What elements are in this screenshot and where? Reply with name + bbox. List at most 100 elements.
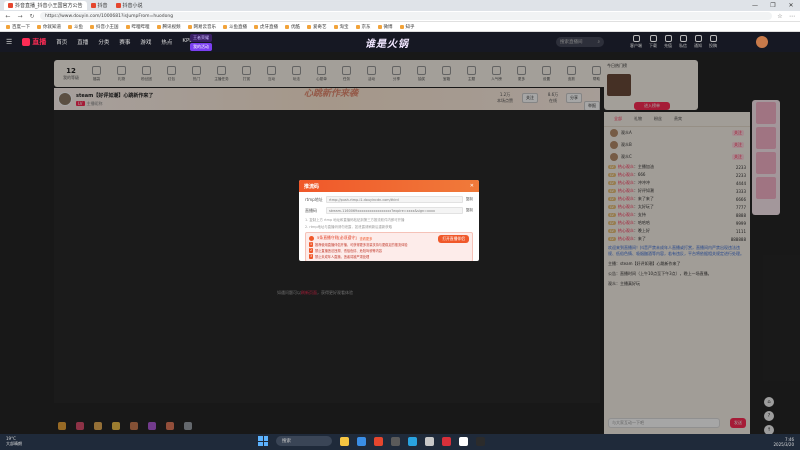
media-app-icon[interactable] — [442, 436, 451, 446]
nav-games[interactable]: 游戏 — [140, 38, 151, 46]
client-button[interactable]: 客户端 — [630, 35, 642, 49]
url-field[interactable]: https://www.douyin.com/1000681?isJumpFro… — [40, 12, 772, 20]
notification-button[interactable]: 通知 — [694, 35, 702, 49]
folder-icon — [307, 24, 311, 29]
bookmark-item[interactable]: 淘宝 — [333, 24, 349, 30]
address-bar: ← → ↻ https://www.douyin.com/1000681?isJ… — [0, 11, 800, 22]
recharge-button[interactable]: 充值 — [664, 35, 672, 49]
copy-key-button[interactable]: 复制 — [466, 208, 473, 213]
douyin-favicon-icon — [115, 3, 121, 8]
client-icon — [632, 35, 640, 42]
douyin-app-icon[interactable] — [374, 436, 383, 446]
event-banner[interactable]: 王者荣耀 我的活动 — [190, 33, 212, 51]
bookmark-item[interactable]: 百度一下 — [6, 24, 30, 30]
bookmark-item[interactable]: 虎牙直播 — [254, 24, 278, 30]
douyin-favicon-icon — [8, 3, 13, 8]
bookmark-item[interactable]: 网易云音乐 — [187, 24, 216, 30]
server-field[interactable]: rtmp://push-rtmp-l1.douyincdn.com/third — [326, 196, 463, 203]
download-button[interactable]: 下载 — [649, 35, 657, 49]
bookmark-item[interactable]: 哔哩哔哩 — [125, 24, 150, 30]
browser-tab[interactable]: 抖音小说 — [112, 1, 147, 10]
browser-tab-active[interactable]: 抖音直播_抖音小王国官方公告 — [4, 1, 87, 10]
tab-label: 抖音小说 — [122, 3, 143, 9]
search-input[interactable]: 搜索直播间 ⌕ — [556, 37, 604, 47]
reload-icon[interactable]: ↻ — [28, 13, 36, 20]
nav-events[interactable]: 赛事 — [119, 38, 130, 46]
copy-server-button[interactable]: 复制 — [466, 197, 473, 202]
folder-icon — [399, 24, 404, 29]
modal-title: 推流码 — [304, 183, 320, 190]
header-icons: 客户端 下载 充值 私信 通知 投稿 — [630, 35, 717, 49]
store-icon[interactable] — [408, 436, 417, 446]
bookmark-item[interactable]: 抖音小王国 — [90, 24, 119, 30]
star-icon[interactable]: ☆ — [776, 13, 784, 20]
app-icon[interactable] — [459, 436, 468, 446]
tab-label: 抖音 — [97, 3, 108, 9]
tip-line: 1. 复制上方 rtmp 地址和直播码粘贴到第三方推流软件内即可开播 — [305, 218, 405, 222]
folder-icon — [68, 24, 72, 29]
bookmark-item[interactable]: 斗鱼 — [68, 24, 83, 30]
folder-icon — [37, 24, 41, 29]
forward-icon[interactable]: → — [16, 13, 24, 20]
open-live-companion-button[interactable]: 打开直播伴侣 — [438, 235, 469, 243]
folder-icon — [333, 24, 338, 29]
file-explorer-icon[interactable] — [340, 436, 349, 446]
search-icon[interactable]: ⌕ — [597, 39, 600, 45]
site-logo[interactable]: 直播 — [22, 37, 46, 47]
system-tray[interactable]: 7:46 2025/3/20 — [773, 437, 794, 447]
upload-icon — [709, 35, 717, 42]
event-title: 谁是火锅 — [365, 39, 409, 50]
key-row: 直播码 stream-1160069xxxxxxxxxxxxxxxxx?expi… — [305, 207, 473, 214]
bookmark-item[interactable]: 微博 — [377, 24, 393, 30]
message-button[interactable]: 私信 — [679, 35, 687, 49]
view-more-link[interactable]: 查看更多 — [360, 236, 373, 241]
bookmark-item[interactable]: 优酷 — [285, 24, 300, 30]
terminal-icon[interactable] — [391, 436, 400, 446]
modal-header: 推流码 ✕ — [299, 180, 479, 192]
minimize-button[interactable]: — — [746, 0, 764, 11]
folder-icon — [6, 24, 10, 29]
folder-icon — [254, 24, 258, 29]
close-window-button[interactable]: ✕ — [782, 0, 800, 11]
weather-widget[interactable]: 19°C 大部晴朗 — [6, 436, 22, 446]
bookmark-item[interactable]: 腾讯视频 — [156, 24, 181, 30]
rule-line: 2 禁止直播违法违规、低俗色情、危险驾驶等内容 — [309, 248, 382, 253]
modal-body: rtmp地址 rtmp://push-rtmp-l1.douyincdn.com… — [299, 192, 479, 261]
bookmark-item[interactable]: 京东 — [355, 24, 371, 30]
bookmarks-bar: 百度一下 你就知道 斗鱼 抖音小王国 哔哩哔哩 腾讯视频 网易云音乐 斗鱼直播 … — [0, 22, 800, 32]
browser-icon[interactable] — [357, 436, 366, 446]
folder-icon — [156, 24, 161, 29]
key-field[interactable]: stream-1160069xxxxxxxxxxxxxxxxx?expire=x… — [326, 207, 463, 214]
menu-icon[interactable]: ⋯ — [788, 13, 796, 20]
nav-live[interactable]: 直播 — [77, 38, 88, 46]
user-avatar[interactable] — [756, 36, 768, 48]
server-label: rtmp地址 — [305, 196, 323, 202]
download-icon — [649, 35, 657, 42]
nav-home[interactable]: 首页 — [56, 38, 67, 46]
folder-icon — [90, 24, 94, 29]
folder-icon — [223, 24, 227, 29]
bookmark-item[interactable]: 知乎 — [399, 24, 415, 30]
nav-hot[interactable]: 热点 — [161, 38, 172, 46]
hamburger-icon[interactable]: ☰ — [6, 38, 12, 46]
upload-button[interactable]: 投稿 — [709, 35, 717, 49]
site-nav: 首页 直播 分类 赛事 游戏 热点 KPL — [56, 38, 192, 46]
settings-icon[interactable] — [425, 436, 434, 446]
nav-category[interactable]: 分类 — [98, 38, 109, 46]
close-icon[interactable]: ✕ — [470, 183, 474, 189]
bookmark-item[interactable]: 爱奇艺 — [307, 24, 327, 30]
folder-icon — [355, 24, 360, 29]
maximize-button[interactable]: ❐ — [764, 0, 782, 11]
bookmark-item[interactable]: 你就知道 — [37, 24, 61, 30]
browser-tab[interactable]: 抖音 — [87, 1, 112, 10]
clock-date: 2025/3/20 — [773, 442, 794, 447]
steam-icon[interactable] — [476, 436, 485, 446]
taskbar-search[interactable]: 搜索 — [276, 436, 332, 446]
back-icon[interactable]: ← — [4, 13, 12, 20]
windows-start-icon[interactable] — [258, 436, 268, 446]
folder-icon — [125, 24, 130, 29]
bookmark-item[interactable]: 斗鱼直播 — [223, 24, 247, 30]
tip-line: 2. rtmp地址与直播码请勿泄露，如泄露请刷新后重新获取 — [305, 225, 393, 229]
douyin-logo-icon — [22, 38, 31, 46]
folder-icon — [377, 24, 382, 29]
